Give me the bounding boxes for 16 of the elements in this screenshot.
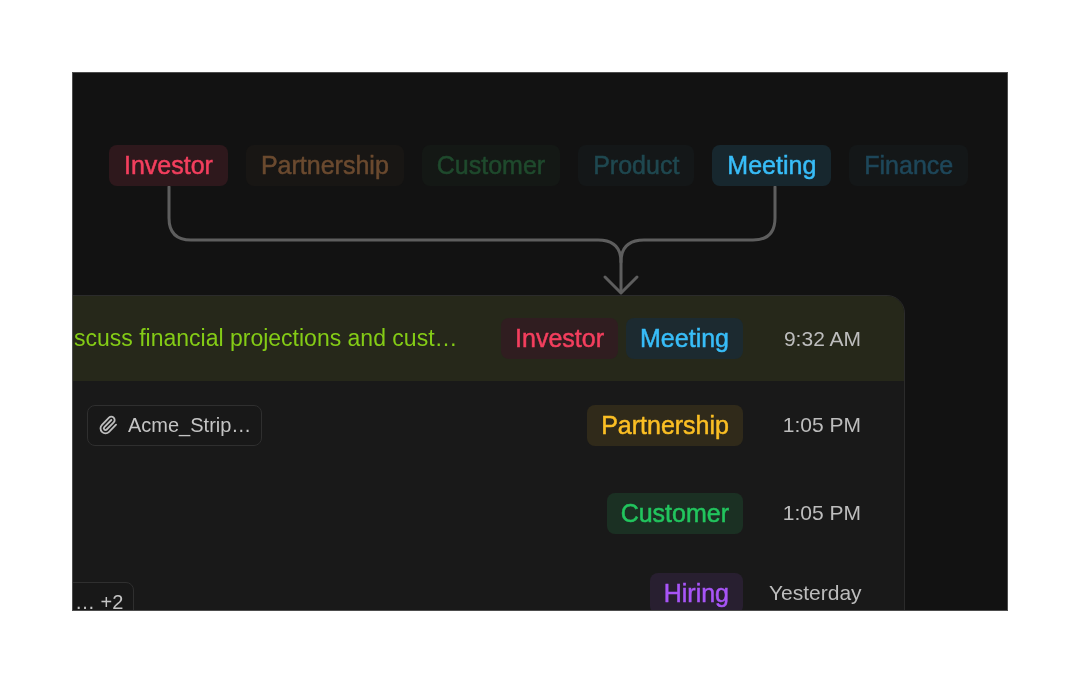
tag-chip: Investor — [501, 318, 619, 359]
message-preview: scuss financial projections and cust… — [74, 325, 458, 352]
timestamp: 1:05 PM — [781, 413, 861, 437]
tag-chip: Hiring — [649, 572, 743, 610]
tag-chip: Customer — [606, 492, 743, 534]
attachment-chip[interactable]: Acme_Strip… — [87, 404, 263, 446]
tag-chip: Partnership — [587, 404, 743, 446]
paperclip-icon — [98, 415, 118, 435]
timestamp: 1:05 PM — [781, 501, 861, 525]
attachment-chip[interactable]: … +2 — [73, 582, 135, 610]
message-row[interactable]: scuss financial projections and cust… Investor Meeting 9:32 AM — [73, 296, 904, 381]
tag-filter-chip[interactable]: Meeting — [712, 145, 832, 186]
timestamp: 9:32 AM — [782, 326, 861, 351]
tag-chip: Meeting — [626, 318, 743, 359]
tag-filter-chip[interactable]: Investor — [109, 145, 228, 186]
timestamp: Yesterday — [769, 581, 861, 605]
